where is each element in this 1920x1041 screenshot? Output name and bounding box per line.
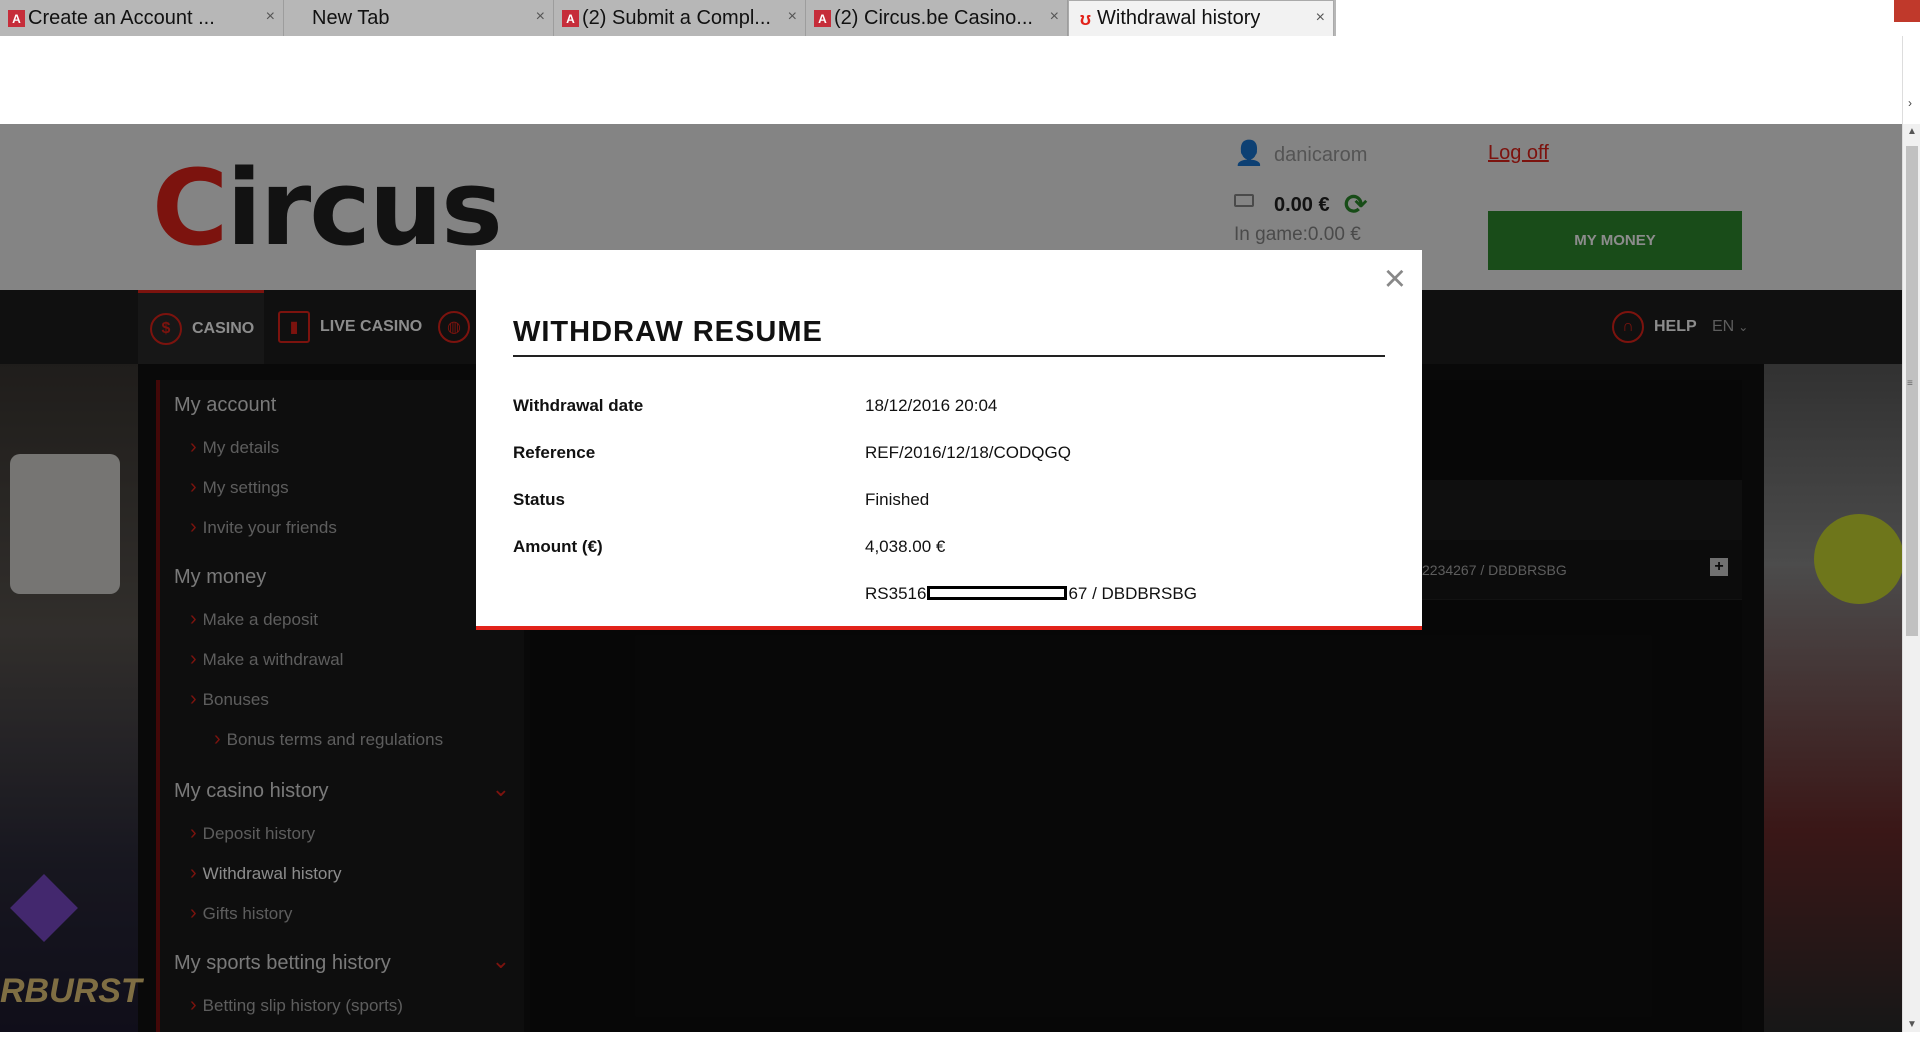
close-icon[interactable]: × (788, 8, 797, 26)
browser-tab-submit-complaint[interactable]: A (2) Submit a Compl... × (554, 0, 806, 36)
browser-tab-strip: A Create an Account ... × New Tab × A (2… (0, 0, 1920, 36)
tab-title: (2) Circus.be Casino... (834, 6, 1033, 29)
browser-tab-create-account[interactable]: A Create an Account ... × (0, 0, 284, 36)
browser-tab-withdrawal-history[interactable]: ʊ Withdrawal history × (1068, 0, 1334, 36)
close-icon[interactable]: × (1316, 9, 1325, 27)
scroll-down-icon[interactable]: ▼ (1907, 1019, 1917, 1030)
tab-title: (2) Submit a Compl... (582, 6, 771, 29)
iban-value: RS3516 67 / DBDBRSBG (865, 584, 1197, 604)
scroll-up-icon[interactable]: ▲ (1907, 126, 1917, 137)
tab-list: A Create an Account ... × New Tab × A (2… (0, 0, 1336, 36)
browser-tab-circus-casino[interactable]: A (2) Circus.be Casino... × (806, 0, 1068, 36)
tab-title: Create an Account ... (28, 6, 215, 29)
detail-value: REF/2016/12/18/CODQGQ (865, 443, 1071, 462)
pdf-icon: A (814, 10, 831, 27)
tab-title: Withdrawal history (1097, 7, 1261, 29)
detail-label: Reference (513, 443, 596, 462)
close-icon[interactable]: × (1050, 8, 1059, 26)
pdf-icon: A (8, 10, 25, 27)
grip-icon: ≡ (1907, 378, 1913, 389)
detail-row-status: Status Finished (513, 490, 1385, 520)
vertical-scrollbar[interactable]: ▲ ≡ ▼ (1902, 124, 1920, 1032)
detail-row-amount: Amount (€) 4,038.00 € (513, 537, 1385, 567)
pdf-icon: A (562, 10, 579, 27)
detail-label: Status (513, 490, 565, 509)
modal-title: WITHDRAW RESUME (513, 316, 1385, 357)
web-page: Circus 👤 danicarom Log off 0.00 € ⟳ In g… (0, 124, 1902, 1032)
detail-row-reference: Reference REF/2016/12/18/CODQGQ (513, 443, 1385, 473)
withdraw-resume-modal: × WITHDRAW RESUME Withdrawal date 18/12/… (476, 250, 1422, 630)
close-icon[interactable]: × (266, 8, 275, 26)
page-bottom-edge (0, 1032, 1920, 1041)
detail-value: Finished (865, 490, 930, 509)
close-icon[interactable]: × (536, 8, 545, 26)
iban-suffix: 67 / DBDBRSBG (1068, 584, 1197, 603)
detail-label: Withdrawal date (513, 396, 644, 415)
detail-label: Amount (€) (513, 537, 603, 556)
detail-row-account: RS3516 67 / DBDBRSBG (513, 584, 1385, 614)
browser-tab-new-tab[interactable]: New Tab × (284, 0, 554, 36)
window-corner-decoration (1894, 0, 1920, 22)
redaction-box (927, 586, 1068, 600)
scrollbar-thumb[interactable] (1906, 146, 1918, 636)
browser-toolbar-area (0, 36, 1920, 124)
tab-title: New Tab (312, 6, 390, 29)
outer-scroll-edge: › (1902, 36, 1920, 124)
detail-value: 18/12/2016 20:04 (865, 396, 998, 415)
chevron-right-icon[interactable]: › (1908, 96, 1912, 110)
detail-row-date: Withdrawal date 18/12/2016 20:04 (513, 396, 1385, 426)
detail-value: 4,038.00 € (865, 537, 946, 556)
close-icon[interactable]: × (1384, 260, 1406, 298)
circus-icon: ʊ (1079, 9, 1092, 29)
iban-prefix: RS3516 (865, 584, 927, 603)
